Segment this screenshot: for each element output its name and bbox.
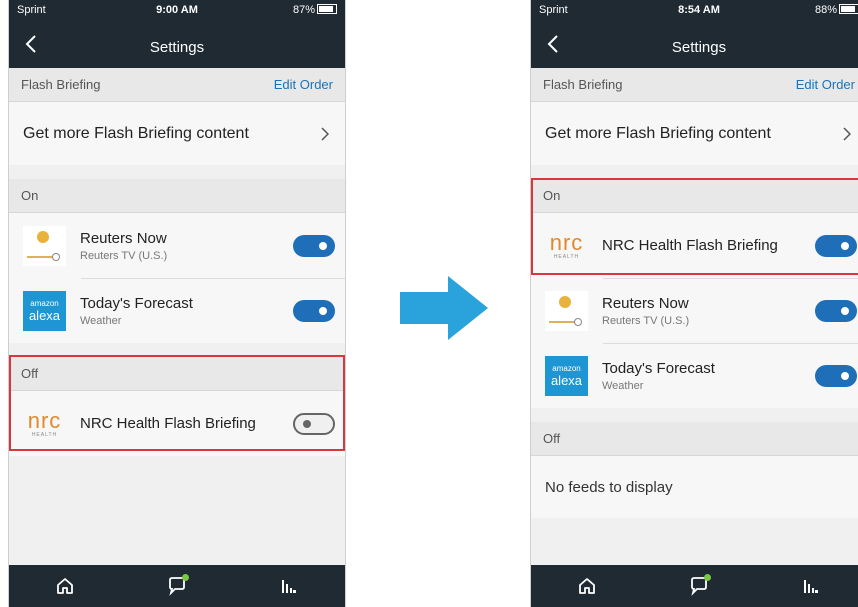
nrc-logo-sub: HEALTH (31, 431, 58, 438)
phone-after: Sprint 8:54 AM 88% Settings Flash Briefi… (530, 0, 858, 607)
tab-play[interactable] (791, 570, 831, 602)
feed-name: Reuters Now (80, 229, 167, 247)
equalizer-icon (282, 580, 296, 593)
page-title: Settings (671, 39, 727, 56)
feed-name: Today's Forecast (80, 294, 193, 312)
equalizer-icon (804, 580, 818, 593)
feed-subtitle: Reuters TV (U.S.) (602, 314, 690, 327)
status-bar: Sprint 8:54 AM 88% (531, 0, 858, 22)
empty-state-text: No feeds to display (531, 456, 858, 518)
alexa-logo-top: amazon (552, 363, 581, 373)
alexa-logo: amazon alexa (545, 355, 588, 396)
battery-icon (317, 4, 337, 14)
section-label: Flash Briefing (21, 77, 101, 92)
section-label: Off (543, 431, 561, 446)
alexa-logo-bottom: alexa (550, 372, 583, 388)
home-icon (57, 578, 73, 594)
reuters-logo (545, 290, 588, 331)
get-more-label: Get more Flash Briefing content (23, 124, 249, 142)
nrc-logo-main: nrc (27, 407, 62, 433)
tab-home[interactable] (567, 570, 607, 602)
feed-toggle[interactable] (293, 299, 335, 322)
get-more-label: Get more Flash Briefing content (545, 124, 771, 142)
battery-percent: 88% (814, 4, 837, 16)
section-off: Off (531, 422, 858, 456)
feed-name: NRC Health Flash Briefing (80, 415, 256, 432)
feed-name: Today's Forecast (602, 359, 715, 377)
section-label: On (543, 188, 561, 203)
tab-play[interactable] (269, 570, 309, 602)
reuters-logo (23, 225, 66, 266)
nrc-logo-sub: HEALTH (553, 253, 580, 260)
tab-communicate[interactable] (157, 570, 197, 602)
nav-header: Settings (531, 22, 858, 68)
section-off: Off (9, 357, 345, 391)
feed-toggle[interactable] (815, 299, 857, 322)
nrc-logo: nrc HEALTH (545, 226, 588, 266)
feed-toggle[interactable] (293, 234, 335, 257)
feed-row-forecast[interactable]: amazon alexa Today's Forecast Weather (9, 278, 345, 343)
tab-communicate[interactable] (679, 570, 719, 602)
chevron-right-icon (843, 126, 851, 141)
status-bar: Sprint 9:00 AM 87% (9, 0, 345, 22)
feed-row-nrc[interactable]: nrc HEALTH NRC Health Flash Briefing (9, 391, 345, 456)
feed-toggle[interactable] (293, 412, 335, 435)
page-title: Settings (149, 39, 205, 56)
home-icon (579, 578, 595, 594)
feed-subtitle: Reuters TV (U.S.) (80, 249, 168, 262)
feed-row-forecast[interactable]: amazon alexa Today's Forecast Weather (531, 343, 858, 408)
nrc-logo-main: nrc (549, 229, 584, 255)
section-label: Off (21, 366, 39, 381)
edit-order-link[interactable]: Edit Order (796, 77, 855, 92)
alexa-logo: amazon alexa (23, 290, 66, 331)
feed-row-nrc[interactable]: nrc HEALTH NRC Health Flash Briefing (531, 213, 858, 278)
section-label: Flash Briefing (543, 77, 623, 92)
battery-percent: 87% (292, 4, 315, 16)
section-on: On (531, 179, 858, 213)
feed-subtitle: Weather (80, 314, 122, 327)
right-arrow-icon (400, 276, 488, 340)
battery-icon (839, 4, 858, 14)
status-time: 8:54 AM (678, 4, 720, 16)
alexa-logo-top: amazon (30, 298, 59, 308)
notification-dot (704, 574, 711, 581)
get-more-content-row[interactable]: Get more Flash Briefing content (531, 102, 858, 165)
tab-home[interactable] (45, 570, 85, 602)
section-flash-briefing: Flash Briefing Edit Order (531, 68, 858, 102)
alexa-logo-bottom: alexa (28, 307, 61, 323)
section-flash-briefing: Flash Briefing Edit Order (9, 68, 345, 102)
get-more-content-row[interactable]: Get more Flash Briefing content (9, 102, 345, 165)
tab-bar (9, 565, 345, 607)
feed-toggle[interactable] (815, 234, 857, 257)
notification-dot (182, 574, 189, 581)
nrc-logo: nrc HEALTH (23, 404, 66, 444)
feed-row-reuters[interactable]: Reuters Now Reuters TV (U.S.) (531, 278, 858, 343)
section-label: On (21, 188, 39, 203)
nav-header: Settings (9, 22, 345, 68)
feed-row-reuters[interactable]: Reuters Now Reuters TV (U.S.) (9, 213, 345, 278)
edit-order-link[interactable]: Edit Order (274, 77, 333, 92)
feed-subtitle: Weather (602, 379, 644, 392)
phone-before: Sprint 9:00 AM 87% Settings Flash Briefi… (8, 0, 346, 607)
section-on: On (9, 179, 345, 213)
feed-name: Reuters Now (602, 294, 689, 312)
feed-toggle[interactable] (815, 364, 857, 387)
tab-bar (531, 565, 858, 607)
chevron-right-icon (321, 126, 329, 141)
feed-name: NRC Health Flash Briefing (602, 237, 778, 254)
